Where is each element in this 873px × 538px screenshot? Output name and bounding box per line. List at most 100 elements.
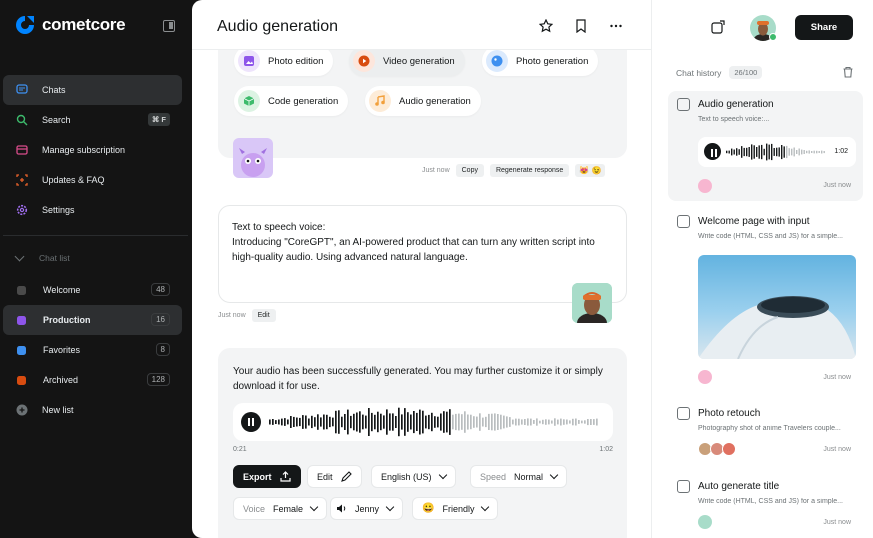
list-label: Production <box>43 315 91 325</box>
user-message-body: Introducing "CoreGPT", an AI-powered pro… <box>232 237 595 263</box>
sidebar-item-search[interactable]: Search ⌘ F <box>3 105 182 135</box>
chat-list-toggle[interactable]: Chat list <box>14 251 70 263</box>
history-title: Auto generate title <box>698 481 780 492</box>
pencil-icon <box>340 471 352 482</box>
list-color-dot <box>17 285 26 295</box>
sidebar-divider <box>3 235 188 236</box>
chevron-down-icon <box>481 502 490 512</box>
history-checkbox[interactable] <box>677 215 690 228</box>
pause-icon[interactable] <box>704 143 721 160</box>
edit-audio-button[interactable]: Edit <box>307 465 362 488</box>
history-label: Chat history <box>676 67 722 78</box>
avatar <box>698 515 712 529</box>
history-subtitle: Photography shot of anime Travelers coup… <box>698 425 841 432</box>
history-count-badge: 26/100 <box>729 66 763 79</box>
share-button[interactable]: Share <box>795 15 853 40</box>
new-list-button[interactable]: New list <box>3 395 182 425</box>
time-start: 0:21 <box>233 446 247 453</box>
chat-list-archived[interactable]: Archived 128 <box>3 365 182 395</box>
user-message: Text to speech voice: Introducing "CoreG… <box>218 205 627 303</box>
chat-list-production[interactable]: Production 16 <box>3 305 182 335</box>
history-item-retouch[interactable]: Photo retouch Photography shot of anime … <box>668 400 863 460</box>
user-message-line1: Text to speech voice: <box>232 222 326 233</box>
history-subtitle: Text to speech voice:... <box>698 116 770 123</box>
pill-video-generation[interactable]: Video generation <box>349 50 465 76</box>
chat-list-favorites[interactable]: Favorites 8 <box>3 335 182 365</box>
sidebar-item-updates[interactable]: Updates & FAQ <box>3 165 182 195</box>
waveform[interactable] <box>269 407 599 437</box>
pause-icon[interactable] <box>241 412 261 432</box>
main-panel: Audio generation Photo edition Video gen… <box>192 0 873 538</box>
new-list-label: New list <box>42 405 74 415</box>
list-label: Favorites <box>43 345 81 355</box>
history-item-audio[interactable]: Audio generation Text to speech voice:..… <box>668 91 863 201</box>
tone-select[interactable]: 😀 Friendly <box>412 497 499 520</box>
audio-player[interactable] <box>233 403 613 441</box>
generation-result: Your audio has been successfully generat… <box>218 348 627 538</box>
gear-icon <box>16 204 28 216</box>
app-logo[interactable]: cometcore <box>14 14 126 36</box>
copy-button[interactable]: Copy <box>455 164 484 177</box>
list-color-dot <box>17 315 26 325</box>
voice-label: Voice <box>243 503 266 514</box>
avatar <box>698 179 712 193</box>
history-checkbox[interactable] <box>677 480 690 493</box>
sidebar-item-label: Updates & FAQ <box>42 175 105 185</box>
list-color-dot <box>17 375 26 385</box>
trash-icon[interactable] <box>842 66 854 78</box>
tone-value: Friendly <box>442 503 475 514</box>
smile-icon: 😀 <box>422 503 435 514</box>
pill-photo-generation[interactable]: Photo generation <box>482 50 599 76</box>
history-title: Audio generation <box>698 99 774 110</box>
list-count: 8 <box>155 343 170 356</box>
reaction-emojis[interactable]: 😻 😉 <box>575 164 606 177</box>
list-label: Welcome <box>43 285 81 295</box>
sidebar-item-subscription[interactable]: Manage subscription <box>3 135 182 165</box>
speaker-value: Jenny <box>355 503 380 514</box>
speaker-select[interactable]: Jenny <box>330 497 404 520</box>
history-item-welcome[interactable]: Welcome page with input Write code (HTML… <box>668 208 863 388</box>
mini-waveform <box>726 143 825 161</box>
pill-label: Audio generation <box>399 95 471 107</box>
sidebar: cometcore Chats Search ⌘ F Manage subscr… <box>0 0 192 538</box>
history-item-autotitle[interactable]: Auto generate title Write code (HTML, CS… <box>668 473 863 533</box>
sidebar-item-chats[interactable]: Chats <box>3 75 182 105</box>
history-checkbox[interactable] <box>677 98 690 111</box>
page-title: Audio generation <box>217 18 338 35</box>
chevron-down-icon <box>549 470 559 480</box>
speed-value: Normal <box>514 471 544 482</box>
sidebar-item-settings[interactable]: Settings <box>3 195 182 225</box>
regenerate-button[interactable]: Regenerate response <box>489 164 570 177</box>
chevron-down-icon <box>438 470 447 480</box>
language-select[interactable]: English (US) <box>371 465 456 488</box>
list-count: 16 <box>151 313 170 326</box>
history-checkbox[interactable] <box>677 407 690 420</box>
new-window-icon[interactable] <box>711 20 725 34</box>
online-status-badge <box>769 33 777 41</box>
history-subtitle: Write code (HTML, CSS and JS) for a simp… <box>698 233 843 240</box>
sidebar-item-label: Manage subscription <box>42 145 126 155</box>
mini-audio-player[interactable]: 1:02 <box>698 137 856 167</box>
voice-select[interactable]: Voice Female <box>233 497 328 520</box>
sidebar-toggle-icon[interactable] <box>163 20 175 32</box>
export-button[interactable]: Export <box>233 465 301 488</box>
pill-code-generation[interactable]: Code generation <box>234 86 349 116</box>
photo-gen-icon <box>486 50 508 72</box>
code-icon <box>238 90 260 112</box>
speed-label: Speed <box>480 471 507 482</box>
generation-text: Your audio has been successfully generat… <box>233 366 603 392</box>
speed-select[interactable]: Speed Normal <box>470 465 568 488</box>
updates-icon <box>16 174 28 186</box>
shortcut-badge: ⌘ F <box>147 113 170 126</box>
bookmark-icon[interactable] <box>574 19 588 33</box>
list-color-dot <box>17 345 26 355</box>
star-icon[interactable] <box>539 19 553 33</box>
bot-avatar <box>233 138 273 178</box>
edit-message-button[interactable]: Edit <box>251 309 276 322</box>
pill-photo-edition[interactable]: Photo edition <box>234 50 334 76</box>
chat-list-welcome[interactable]: Welcome 48 <box>3 275 182 305</box>
pill-audio-generation[interactable]: Audio generation <box>365 86 481 116</box>
pill-label: Video generation <box>383 55 455 67</box>
chat-thread[interactable]: Photo edition Video generation Photo gen… <box>192 50 651 538</box>
more-icon[interactable] <box>609 19 623 33</box>
